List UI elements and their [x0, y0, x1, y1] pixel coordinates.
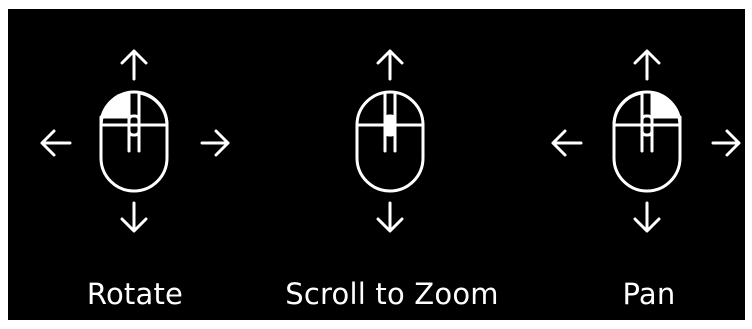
mouse-scroll-wheel-icon — [355, 90, 425, 193]
zoom-illustration — [355, 49, 425, 233]
arrow-up-icon — [120, 49, 148, 81]
pan-illustration — [551, 49, 741, 233]
control-zoom: Scroll to Zoom — [267, 9, 517, 320]
arrow-left-icon — [551, 129, 583, 157]
arrow-down-icon — [376, 201, 404, 233]
arrow-up-icon — [376, 49, 404, 81]
mouse-right-button-icon — [612, 90, 682, 193]
rotate-illustration — [40, 49, 230, 233]
arrow-right-icon — [711, 129, 741, 157]
zoom-label: Scroll to Zoom — [285, 277, 499, 311]
arrow-down-icon — [633, 201, 661, 233]
arrow-left-icon — [40, 129, 72, 157]
mouse-left-button-icon — [99, 90, 169, 193]
arrow-up-icon — [633, 49, 661, 81]
mouse-controls-panel: Rotate Scroll to Zoom Pan — [8, 9, 745, 320]
control-pan: Pan — [524, 9, 752, 320]
control-rotate: Rotate — [10, 9, 260, 320]
pan-label: Pan — [622, 277, 676, 311]
arrow-down-icon — [120, 201, 148, 233]
rotate-label: Rotate — [86, 277, 184, 311]
arrow-right-icon — [200, 129, 230, 157]
